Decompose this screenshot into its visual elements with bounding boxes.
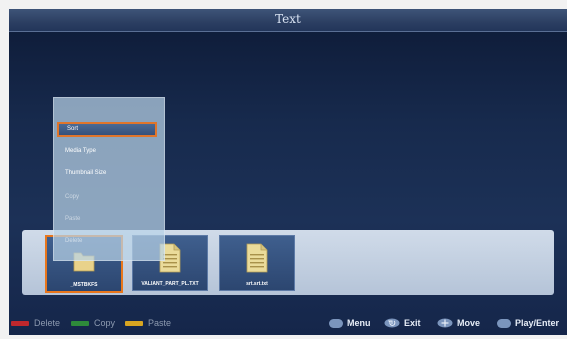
menu-item-sort[interactable]: Sort [57, 122, 157, 137]
file-label: VALIANT_PART_PL.TXT [141, 281, 199, 287]
file-label: _MSTBKFS [70, 282, 98, 288]
key-label: Copy [94, 318, 116, 328]
menu-item-delete: Delete [65, 238, 83, 244]
key-label: Delete [34, 318, 61, 328]
context-menu: Sort Media Type Thumbnail Size Copy Past… [53, 97, 165, 261]
key-label: Move [457, 318, 481, 328]
key-label: Exit [404, 318, 421, 328]
menu-key-icon [329, 318, 343, 328]
green-key-icon [71, 320, 89, 326]
title-bar: Text [9, 9, 567, 32]
red-key-delete[interactable]: Delete [11, 318, 60, 328]
text-file-icon [246, 243, 268, 273]
play-enter-key[interactable]: Play/Enter [497, 318, 559, 328]
key-label: Paste [148, 318, 172, 328]
menu-item-paste: Paste [65, 216, 81, 222]
ok-key-icon [497, 318, 511, 328]
key-label: Play/Enter [515, 318, 560, 328]
media-browser-screen: Text _MSTBKFS VALIANT_PART_PL.TXT srt.sr… [9, 9, 567, 335]
green-key-copy[interactable]: Copy [71, 318, 115, 328]
file-item-text[interactable]: srt.srt.txt [219, 235, 295, 291]
key-label: Menu [347, 318, 371, 328]
move-key[interactable]: Move [437, 318, 480, 328]
exit-key[interactable]: Exit [384, 318, 421, 328]
key-guide-bar: Delete Copy Paste Menu Exit Move Play/En… [9, 312, 567, 335]
file-label: srt.srt.txt [246, 281, 268, 287]
yellow-key-icon [125, 320, 143, 326]
menu-item-thumbnail-size[interactable]: Thumbnail Size [57, 166, 157, 181]
menu-key[interactable]: Menu [329, 318, 371, 328]
menu-item-media-type[interactable]: Media Type [57, 144, 157, 159]
menu-item-copy: Copy [65, 194, 80, 200]
dpad-key-icon [437, 318, 453, 328]
window-title: Text [275, 12, 301, 26]
yellow-key-paste[interactable]: Paste [125, 318, 171, 328]
return-key-icon [384, 318, 400, 328]
red-key-icon [11, 320, 29, 326]
